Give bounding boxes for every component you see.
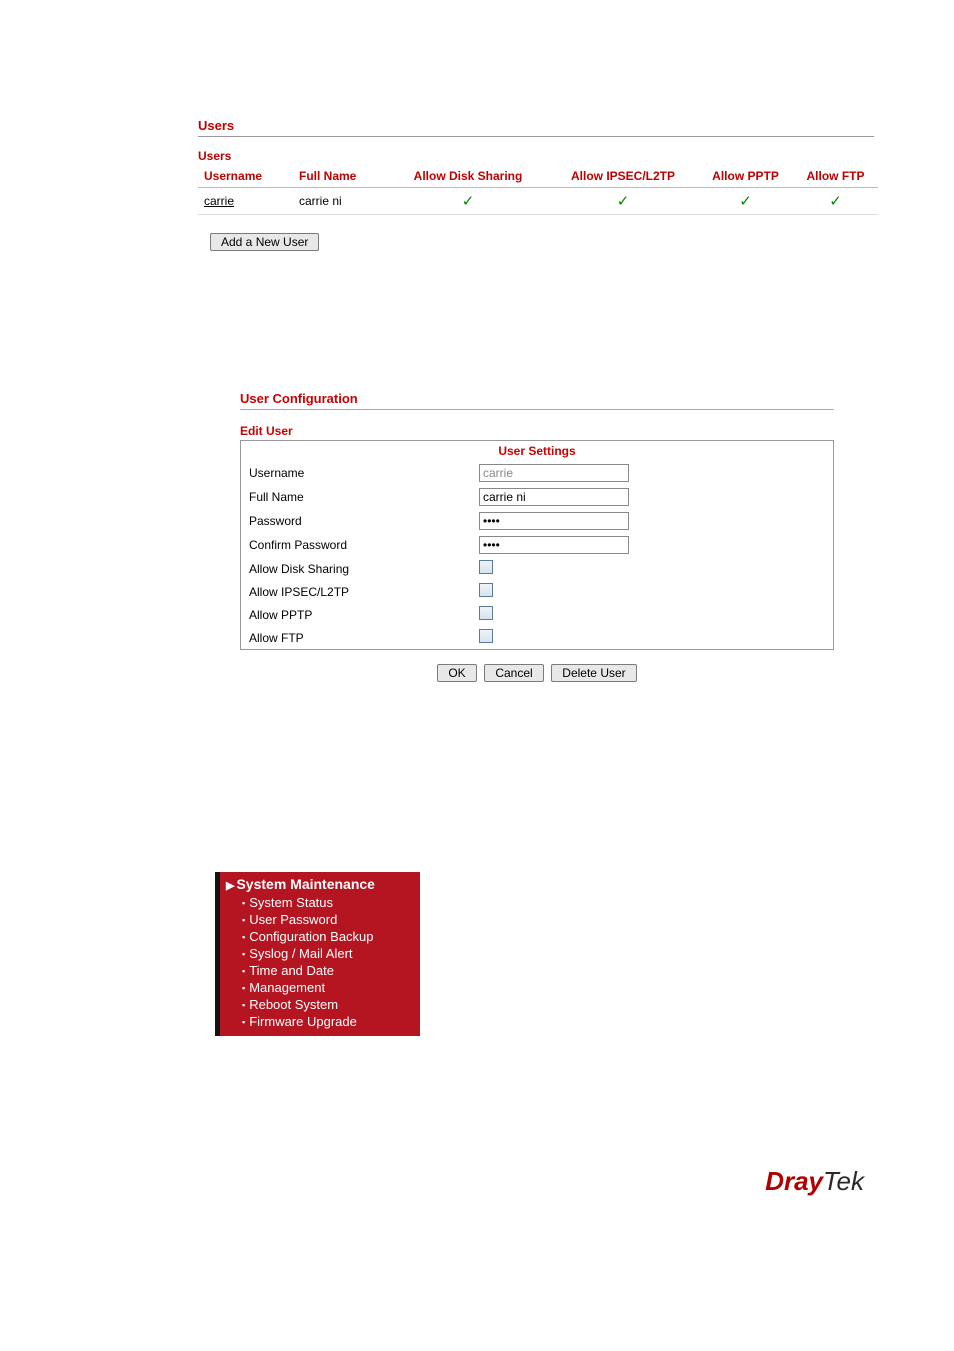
username-link[interactable]: carrie xyxy=(204,194,234,208)
cancel-button[interactable]: Cancel xyxy=(484,664,543,682)
check-icon: ✓ xyxy=(829,193,842,210)
check-icon: ✓ xyxy=(617,193,630,210)
sidebar-item-time-and-date[interactable]: Time and Date xyxy=(242,962,420,979)
fullname-label: Full Name xyxy=(249,490,479,504)
users-table-label: Users xyxy=(198,149,874,163)
allow-ftp-label: Allow FTP xyxy=(249,631,479,645)
sidebar-system-maintenance: ▶System Maintenance System Status User P… xyxy=(215,872,420,1036)
arrow-icon: ▶ xyxy=(226,880,234,892)
logo-part1: Dray xyxy=(765,1166,823,1196)
user-config-title: User Configuration xyxy=(240,391,834,410)
sidebar-item-firmware-upgrade[interactable]: Firmware Upgrade xyxy=(242,1013,420,1030)
username-input xyxy=(479,464,629,482)
user-settings-caption: User Settings xyxy=(241,441,833,461)
users-title: Users xyxy=(198,118,874,137)
ok-button[interactable]: OK xyxy=(437,664,476,682)
check-icon: ✓ xyxy=(739,193,752,210)
table-row: carrie carrie ni ✓ ✓ ✓ ✓ xyxy=(198,188,878,215)
col-pptp: Allow PPTP xyxy=(698,165,793,188)
sidebar-header-label: System Maintenance xyxy=(236,876,375,892)
col-username: Username xyxy=(198,165,293,188)
allow-ipsec-label: Allow IPSEC/L2TP xyxy=(249,585,479,599)
delete-user-button[interactable]: Delete User xyxy=(551,664,636,682)
cell-fullname: carrie ni xyxy=(293,188,388,215)
sidebar-item-user-password[interactable]: User Password xyxy=(242,911,420,928)
allow-disk-label: Allow Disk Sharing xyxy=(249,562,479,576)
col-ipsec: Allow IPSEC/L2TP xyxy=(548,165,698,188)
col-ftp: Allow FTP xyxy=(793,165,878,188)
password-label: Password xyxy=(249,514,479,528)
col-fullname: Full Name xyxy=(293,165,388,188)
sidebar-header[interactable]: ▶System Maintenance xyxy=(220,874,420,894)
check-icon: ✓ xyxy=(462,193,475,210)
allow-pptp-checkbox[interactable] xyxy=(479,606,493,620)
allow-disk-checkbox[interactable] xyxy=(479,560,493,574)
sidebar-item-configuration-backup[interactable]: Configuration Backup xyxy=(242,928,420,945)
sidebar-item-system-status[interactable]: System Status xyxy=(242,894,420,911)
users-table: Username Full Name Allow Disk Sharing Al… xyxy=(198,165,878,215)
sidebar-item-syslog-mail-alert[interactable]: Syslog / Mail Alert xyxy=(242,945,420,962)
logo-part2: Tek xyxy=(823,1166,864,1196)
add-user-button[interactable]: Add a New User xyxy=(210,233,319,251)
fullname-input[interactable] xyxy=(479,488,629,506)
sidebar-item-management[interactable]: Management xyxy=(242,979,420,996)
user-settings-box: User Settings Username Full Name Passwor… xyxy=(240,440,834,650)
confirm-password-input[interactable] xyxy=(479,536,629,554)
allow-ipsec-checkbox[interactable] xyxy=(479,583,493,597)
password-input[interactable] xyxy=(479,512,629,530)
allow-ftp-checkbox[interactable] xyxy=(479,629,493,643)
edit-user-label: Edit User xyxy=(240,424,834,438)
confirm-password-label: Confirm Password xyxy=(249,538,479,552)
sidebar-item-reboot-system[interactable]: Reboot System xyxy=(242,996,420,1013)
draytek-logo: DrayTek xyxy=(765,1166,864,1196)
allow-pptp-label: Allow PPTP xyxy=(249,608,479,622)
username-label: Username xyxy=(249,466,479,480)
col-disk: Allow Disk Sharing xyxy=(388,165,548,188)
